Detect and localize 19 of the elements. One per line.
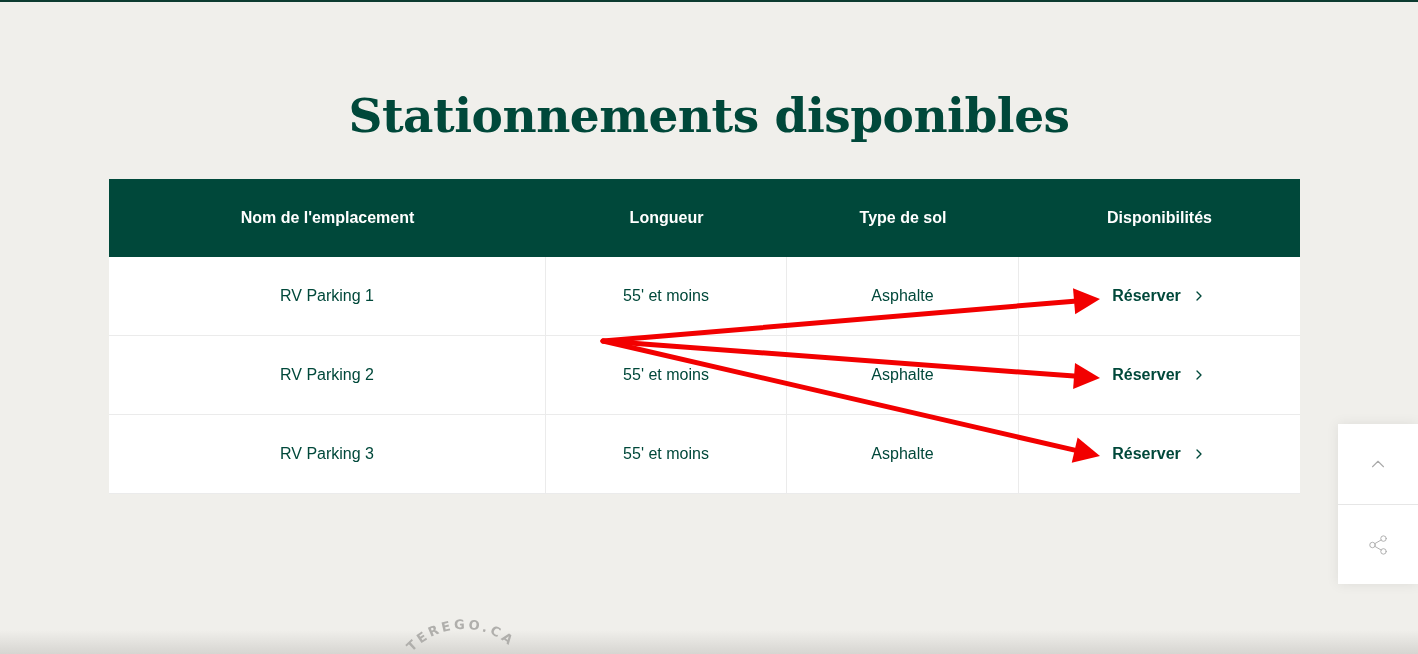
table-cell: Asphalte [787, 257, 1019, 336]
table-cell: Asphalte [787, 336, 1019, 415]
table-cell: 55' et moins [546, 257, 787, 336]
table-cell: Asphalte [787, 415, 1019, 494]
column-header: Nom de l'emplacement [109, 179, 546, 257]
table-cell: 55' et moins [546, 415, 787, 494]
reserve-link[interactable]: Réserver [1112, 366, 1207, 384]
column-header: Disponibilités [1019, 179, 1300, 257]
column-header: Longueur [546, 179, 787, 257]
share-icon [1367, 533, 1389, 556]
column-header: Type de sol [787, 179, 1019, 257]
page-title: Stationnements disponibles [348, 88, 1070, 143]
share-button[interactable] [1338, 504, 1418, 584]
table-cell: RV Parking 1 [109, 257, 546, 336]
table-cell: RV Parking 2 [109, 336, 546, 415]
reserve-link[interactable]: Réserver [1112, 445, 1207, 463]
reserve-link[interactable]: Réserver [1112, 287, 1207, 305]
scroll-top-button[interactable] [1338, 424, 1418, 504]
table-cell: RV Parking 3 [109, 415, 546, 494]
